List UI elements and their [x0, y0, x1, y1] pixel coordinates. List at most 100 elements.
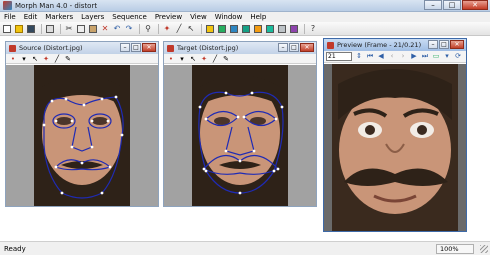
layer1-icon[interactable] — [205, 24, 215, 34]
undo-icon[interactable]: ↶ — [112, 24, 122, 34]
paste-icon[interactable] — [88, 24, 98, 34]
select-tool-icon[interactable]: ↖ — [31, 55, 39, 63]
toolbar-separator — [304, 23, 305, 34]
document-icon — [167, 44, 174, 52]
dropdown-icon[interactable]: ▾ — [442, 52, 452, 61]
last-frame-icon[interactable]: ⏭ — [420, 52, 430, 61]
source-minimize-button[interactable]: – — [120, 43, 130, 52]
next-key-icon[interactable]: ▶ — [409, 52, 419, 61]
toolbar-separator — [139, 23, 140, 34]
marker-icon[interactable]: ✦ — [162, 24, 172, 34]
dropdown-icon[interactable]: ▾ — [178, 55, 186, 63]
target-face-image — [192, 65, 288, 206]
status-text: Ready — [4, 245, 26, 253]
toolbar-separator — [158, 23, 159, 34]
menu-view[interactable]: View — [186, 12, 211, 22]
open-icon[interactable] — [14, 24, 24, 34]
app-titlebar: Morph Man 4.0 - distort – □ ✕ — [0, 0, 490, 12]
layer5-icon[interactable] — [253, 24, 263, 34]
layer7-icon[interactable] — [277, 24, 287, 34]
print-icon[interactable] — [45, 24, 55, 34]
arrow-icon[interactable]: ↖ — [186, 24, 196, 34]
preview-maximize-button[interactable]: □ — [439, 40, 449, 49]
preview-panel-titlebar[interactable]: Preview (Frame - 21/0.21) – □ ✕ — [324, 39, 466, 51]
zoom-icon[interactable]: ⚲ — [143, 24, 153, 34]
point-tool-icon[interactable]: • — [9, 55, 17, 63]
pen-tool-icon[interactable]: ✎ — [222, 55, 230, 63]
menu-file[interactable]: File — [0, 12, 20, 22]
layer8-icon[interactable] — [289, 24, 299, 34]
source-close-button[interactable]: ✕ — [142, 43, 156, 52]
target-minimize-button[interactable]: – — [278, 43, 288, 52]
new-icon[interactable] — [2, 24, 12, 34]
copy-icon[interactable] — [76, 24, 86, 34]
target-maximize-button[interactable]: □ — [289, 43, 299, 52]
source-panel-controls: – □ ✕ — [119, 43, 156, 52]
dropdown-icon[interactable]: ▾ — [20, 55, 28, 63]
maximize-button[interactable]: □ — [443, 0, 461, 10]
frame-number-input[interactable]: 21 — [326, 52, 352, 61]
menu-preview[interactable]: Preview — [151, 12, 186, 22]
prev-frame-icon[interactable]: ‹ — [387, 52, 397, 61]
curve-icon[interactable]: ╱ — [174, 24, 184, 34]
menu-sequence[interactable]: Sequence — [108, 12, 151, 22]
menu-layers[interactable]: Layers — [77, 12, 108, 22]
layer2-icon[interactable] — [217, 24, 227, 34]
layer4-icon[interactable] — [241, 24, 251, 34]
cut-icon[interactable]: ✂ — [64, 24, 74, 34]
source-panel-title: Source (Distort.jpg) — [19, 44, 83, 52]
source-panel[interactable]: Source (Distort.jpg) – □ ✕ • ▾ ↖ ✦ ╱ ✎ — [5, 41, 159, 207]
target-panel[interactable]: Target (Distort.jpg) – □ ✕ • ▾ ↖ ✦ ╱ ✎ — [163, 41, 317, 207]
preview-panel[interactable]: Preview (Frame - 21/0.21) – □ ✕ 21 ⇕ ⏮ ◀… — [323, 38, 467, 232]
delete-icon[interactable]: ✕ — [100, 24, 110, 34]
line-tool-icon[interactable]: ╱ — [211, 55, 219, 63]
target-panel-titlebar[interactable]: Target (Distort.jpg) – □ ✕ — [164, 42, 316, 54]
source-maximize-button[interactable]: □ — [131, 43, 141, 52]
redo-icon[interactable]: ↷ — [124, 24, 134, 34]
resize-grip-icon[interactable] — [480, 245, 488, 253]
preview-close-button[interactable]: ✕ — [450, 40, 464, 49]
preview-toolbar: 21 ⇕ ⏮ ◀ ‹ › ▶ ⏭ ▭ ▾ ⟳ — [324, 51, 466, 63]
marker-tool-icon[interactable]: ✦ — [42, 55, 50, 63]
close-button[interactable]: ✕ — [462, 0, 488, 10]
target-panel-title: Target (Distort.jpg) — [177, 44, 239, 52]
select-tool-icon[interactable]: ↖ — [189, 55, 197, 63]
pen-tool-icon[interactable]: ✎ — [64, 55, 72, 63]
source-canvas[interactable] — [6, 65, 158, 206]
toolbar-separator — [201, 23, 202, 34]
help-icon[interactable]: ? — [308, 24, 318, 34]
save-icon[interactable] — [26, 24, 36, 34]
target-panel-controls: – □ ✕ — [277, 43, 314, 52]
source-toolbar: • ▾ ↖ ✦ ╱ ✎ — [6, 54, 158, 64]
line-tool-icon[interactable]: ╱ — [53, 55, 61, 63]
mdi-workspace: Source (Distort.jpg) – □ ✕ • ▾ ↖ ✦ ╱ ✎ T… — [0, 36, 490, 241]
status-bar: Ready 100% — [0, 241, 490, 255]
display-mode-icon[interactable]: ▭ — [431, 52, 441, 61]
menu-window[interactable]: Window — [211, 12, 247, 22]
marker-tool-icon[interactable]: ✦ — [200, 55, 208, 63]
target-close-button[interactable]: ✕ — [300, 43, 314, 52]
point-tool-icon[interactable]: • — [167, 55, 175, 63]
source-face-image — [34, 65, 130, 206]
refresh-icon[interactable]: ⟳ — [453, 52, 463, 61]
document-icon — [9, 44, 16, 52]
first-frame-icon[interactable]: ⏮ — [365, 52, 375, 61]
next-frame-icon[interactable]: › — [398, 52, 408, 61]
app-title: Morph Man 4.0 - distort — [15, 1, 98, 10]
preview-morphed-image — [332, 64, 458, 231]
layer6-icon[interactable] — [265, 24, 275, 34]
menu-markers[interactable]: Markers — [41, 12, 77, 22]
preview-minimize-button[interactable]: – — [428, 40, 438, 49]
menu-edit[interactable]: Edit — [20, 12, 42, 22]
preview-panel-controls: – □ ✕ — [427, 40, 464, 49]
frame-spin-icon[interactable]: ⇕ — [354, 52, 364, 61]
preview-canvas[interactable] — [324, 64, 466, 231]
target-canvas[interactable] — [164, 65, 316, 206]
minimize-button[interactable]: – — [424, 0, 442, 10]
prev-key-icon[interactable]: ◀ — [376, 52, 386, 61]
layer3-icon[interactable] — [229, 24, 239, 34]
menu-help[interactable]: Help — [246, 12, 270, 22]
zoom-level: 100% — [436, 244, 474, 254]
source-panel-titlebar[interactable]: Source (Distort.jpg) – □ ✕ — [6, 42, 158, 54]
window-controls: – □ ✕ — [423, 0, 488, 11]
